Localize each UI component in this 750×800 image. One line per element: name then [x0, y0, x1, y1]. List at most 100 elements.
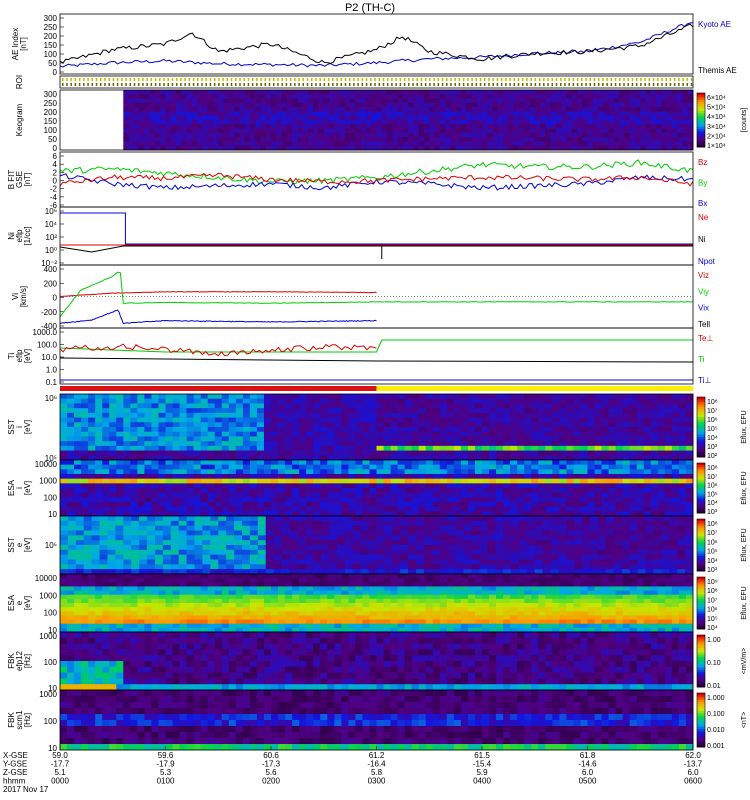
spec-cell-sst_i-57-9: [460, 436, 469, 442]
spec-cell-esa_i-77-7: [601, 492, 609, 498]
spec-cell-keogram-64-9: [397, 128, 404, 134]
spec-cell-keogram-111-3: [645, 102, 652, 108]
spec-cell-esa_i-5-7: [95, 492, 103, 498]
spec-cell-keogram-100-9: [587, 128, 594, 134]
spec-cell-keogram-61-0: [381, 90, 388, 95]
spec-cell-keogram-59-10: [371, 132, 377, 138]
spec-cell-sst_i-32-8: [285, 431, 293, 437]
spec-cell-esa_i-61-5: [489, 483, 497, 489]
spec-cell-esa_i-16-7: [172, 492, 180, 498]
roi-mark-top-145: [673, 78, 676, 81]
spec-cell-keogram-65-4: [402, 107, 409, 112]
spec-cell-sst_e-1-7: [67, 549, 77, 556]
spec-cell-esa_i-11-7: [137, 492, 145, 498]
spec-cell-esa_i-5-6: [95, 488, 103, 494]
spec-cell-esa_i-51-7: [418, 492, 427, 498]
spec-cell-esa_i-30-8: [271, 497, 279, 503]
spec-cell-sst_e-35-5: [336, 540, 346, 546]
spec-cell-sst_i-62-6: [496, 422, 504, 428]
spec-cell-sst_e-33-10: [321, 564, 330, 570]
spec-cell-esa_i-44-10: [369, 506, 377, 512]
spec-cell-keogram-74-3: [450, 102, 457, 108]
spec-cell-esa_i-4-10: [88, 506, 96, 512]
spec-cell-sst_e-19-7: [210, 549, 219, 556]
spec-cell-esa_i-4-9: [88, 502, 96, 508]
spec-cell-esa_i-59-6: [474, 488, 483, 494]
spec-cell-keogram-57-5: [360, 111, 367, 117]
spec-cell-sst_i-1-7: [67, 427, 75, 433]
spec-cell-sst_i-52-3: [425, 408, 434, 414]
spec-cell-sst_i-76-1: [594, 398, 602, 404]
roi-mark-top-56: [298, 78, 300, 81]
roi-mark-top-36: [213, 78, 216, 81]
spec-cell-sst_i-85-10: [657, 441, 666, 447]
spec-cell-sst_e-16-5: [186, 540, 195, 546]
spec-cell-keogram-52-1: [334, 94, 340, 99]
roi-mark-bot-53: [285, 83, 288, 86]
spec-cell-keogram-26-5: [197, 111, 203, 117]
spec-cell-sst_i-45-5: [376, 417, 384, 423]
ytick-velocity-0: 400: [44, 265, 58, 274]
spec-cell-sst_e-20-5: [218, 540, 227, 546]
spec-cell-keogram-98-5: [576, 111, 583, 117]
spec-cell-sst_e-2-3: [75, 530, 85, 536]
spec-cell-sst_i-53-12: [432, 450, 441, 456]
spec-cell-keogram-82-7: [492, 120, 499, 125]
spec-cell-esa_i-59-10: [474, 506, 483, 512]
spec-cell-keogram-95-8: [561, 124, 567, 129]
spec-cell-sst_i-79-4: [615, 412, 624, 418]
spec-cell-esa_i-68-8: [538, 497, 546, 503]
spec-cell-keogram-15-12: [139, 141, 145, 147]
spec-cell-esa_i-1-9: [67, 502, 75, 508]
spec-cell-sst_e-7-4: [115, 535, 124, 541]
spec-cell-sst_e-11-9: [147, 559, 156, 565]
roi-mark-bot-75: [378, 83, 380, 86]
spec-cell-sst_e-39-8: [368, 554, 377, 560]
spec-cell-esa_i-68-7: [538, 492, 546, 498]
spec-cell-sst_e-13-6: [162, 545, 172, 551]
spec-cell-sst_i-65-8: [517, 431, 525, 437]
panel-keogram: Keogram3002502001501005006×10⁴5×10⁴4×10⁴…: [15, 89, 748, 153]
spec-cell-sst_i-17-0: [179, 394, 187, 400]
spec-cell-sst_i-1-3: [67, 408, 75, 414]
spec-cell-keogram-115-9: [666, 128, 673, 134]
spec-cell-sst_i-21-3: [207, 408, 216, 414]
spec-cell-esa_i-15-9: [165, 502, 173, 508]
spec-cell-keogram-93-10: [550, 132, 557, 138]
spec-cell-sst_i-5-12: [95, 450, 103, 456]
spec-cell-esa_i-81-5: [629, 483, 638, 489]
spec-cell-keogram-20-0: [165, 90, 172, 95]
spec-cell-keogram-20-1: [165, 94, 172, 99]
spec-cell-keogram-57-1: [360, 94, 367, 99]
spec-cell-keogram-119-6: [687, 115, 694, 121]
spec-cell-sst_e-4-2: [91, 525, 100, 531]
spec-cell-keogram-13-6: [128, 115, 135, 121]
spec-cell-keogram-20-2: [165, 98, 172, 104]
spec-cell-sst_i-65-5: [517, 417, 525, 423]
spec-cell-keogram-64-12: [397, 141, 404, 147]
ytick-ae-0: 300: [44, 14, 58, 23]
spec-cell-sst_i-3-5: [81, 417, 89, 423]
spec-cell-keogram-69-10: [423, 132, 430, 138]
spec-cell-sst_i-29-5: [263, 417, 272, 423]
spec-cell-sst_e-27-2: [273, 525, 282, 531]
spec-cell-esa_i-72-0: [566, 460, 574, 466]
spec-cell-sst_i-87-8: [671, 431, 680, 437]
spec-cell-sst_i-69-12: [545, 450, 553, 456]
spec-cell-sst_i-50-2: [411, 403, 420, 409]
roi-mark-bot-135: [631, 83, 634, 86]
spec-cell-keogram-23-4: [181, 107, 187, 112]
spec-cell-esa_i-75-8: [587, 497, 595, 503]
spec-cell-sst_i-67-7: [531, 427, 539, 433]
spec-cell-sst_e-31-1: [305, 520, 314, 527]
roi-mark-top-108: [517, 78, 520, 81]
spec-cell-sst_e-37-1: [352, 520, 362, 527]
spec-cell-sst_i-81-0: [629, 394, 638, 400]
spec-cell-keogram-65-1: [402, 94, 409, 99]
spec-cell-sst_i-5-10: [95, 441, 103, 447]
spec-cell-keogram-64-5: [397, 111, 404, 117]
spec-cell-esa_i-58-1: [467, 464, 476, 470]
spec-cell-keogram-38-10: [260, 132, 267, 138]
spec-cell-esa_i-77-6: [601, 488, 609, 494]
spec-cell-sst_i-4-12: [88, 450, 96, 456]
